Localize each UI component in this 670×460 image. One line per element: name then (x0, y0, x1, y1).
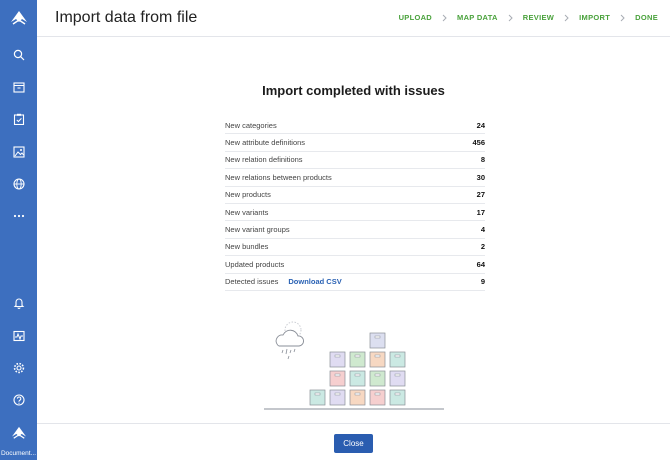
row-label-group: Detected issues Download CSV (225, 277, 342, 286)
more-icon[interactable] (0, 202, 37, 230)
result-heading: Import completed with issues (262, 83, 445, 98)
search-icon[interactable] (0, 41, 37, 69)
row-value: 17 (476, 207, 485, 217)
table-row: New variants 17 (225, 204, 485, 222)
table-row: New categories 24 (225, 117, 485, 135)
summary-table: New categories 24 New attribute definitio… (225, 117, 485, 291)
row-value: 24 (476, 120, 485, 130)
download-csv-link[interactable]: Download CSV (288, 277, 341, 286)
row-label: New products (225, 190, 271, 200)
tasks-icon[interactable] (0, 105, 37, 133)
chevron-right-icon (564, 14, 569, 22)
globe-icon[interactable] (0, 170, 37, 198)
close-button[interactable]: Close (334, 434, 373, 453)
table-row: New products 27 (225, 187, 485, 204)
logo-icon[interactable] (0, 4, 37, 32)
step-review[interactable]: REVIEW (523, 13, 554, 22)
chevron-right-icon (508, 14, 513, 22)
logo-icon[interactable] (0, 419, 37, 447)
row-label: New relations between products (225, 172, 332, 182)
document-label[interactable]: Document... (0, 450, 37, 457)
table-row: New bundles 2 (225, 239, 485, 257)
row-value: 64 (476, 259, 485, 269)
chevron-right-icon (442, 14, 447, 22)
main-content: Import completed with issues New categor… (37, 37, 670, 423)
settings-icon[interactable] (0, 354, 37, 382)
wizard-steps: UPLOAD MAP DATA REVIEW IMPORT DONE (399, 13, 658, 22)
row-label: New variants (225, 207, 269, 217)
row-value: 4 (480, 225, 485, 235)
bell-icon[interactable] (0, 289, 37, 317)
header: Import data from file UPLOAD MAP DATA RE… (37, 0, 670, 37)
table-row: New attribute definitions 456 (225, 134, 485, 152)
chevron-right-icon (620, 14, 625, 22)
sidebar: Document... (0, 0, 37, 460)
row-label: New relation definitions (225, 155, 303, 165)
help-icon[interactable] (0, 386, 37, 414)
page-title: Import data from file (55, 9, 198, 26)
row-value: 27 (476, 190, 485, 200)
catalog-icon[interactable] (0, 73, 37, 101)
activity-icon[interactable] (0, 322, 37, 350)
table-row: Updated products 64 (225, 256, 485, 274)
assets-icon[interactable] (0, 138, 37, 166)
row-label: New variant groups (225, 225, 290, 235)
footer-bar: Close (37, 423, 670, 460)
table-row: New relation definitions 8 (225, 152, 485, 170)
step-map-data[interactable]: MAP DATA (457, 13, 498, 22)
row-value: 2 (480, 242, 485, 252)
boxes-illustration (264, 321, 444, 410)
table-row: New variant groups 4 (225, 221, 485, 239)
row-label: New bundles (225, 242, 269, 252)
row-value: 30 (476, 172, 485, 182)
row-value: 456 (472, 138, 485, 148)
step-done[interactable]: DONE (635, 13, 658, 22)
step-import[interactable]: IMPORT (579, 13, 610, 22)
row-label: Detected issues (225, 277, 279, 287)
row-label: New categories (225, 120, 277, 130)
row-label: New attribute definitions (225, 138, 306, 148)
step-upload[interactable]: UPLOAD (399, 13, 432, 22)
row-value: 8 (480, 155, 485, 165)
table-row: Detected issues Download CSV 9 (225, 274, 485, 291)
table-row: New relations between products 30 (225, 169, 485, 187)
row-value: 9 (480, 277, 485, 287)
row-label: Updated products (225, 259, 285, 269)
cloud-icon (275, 321, 304, 360)
